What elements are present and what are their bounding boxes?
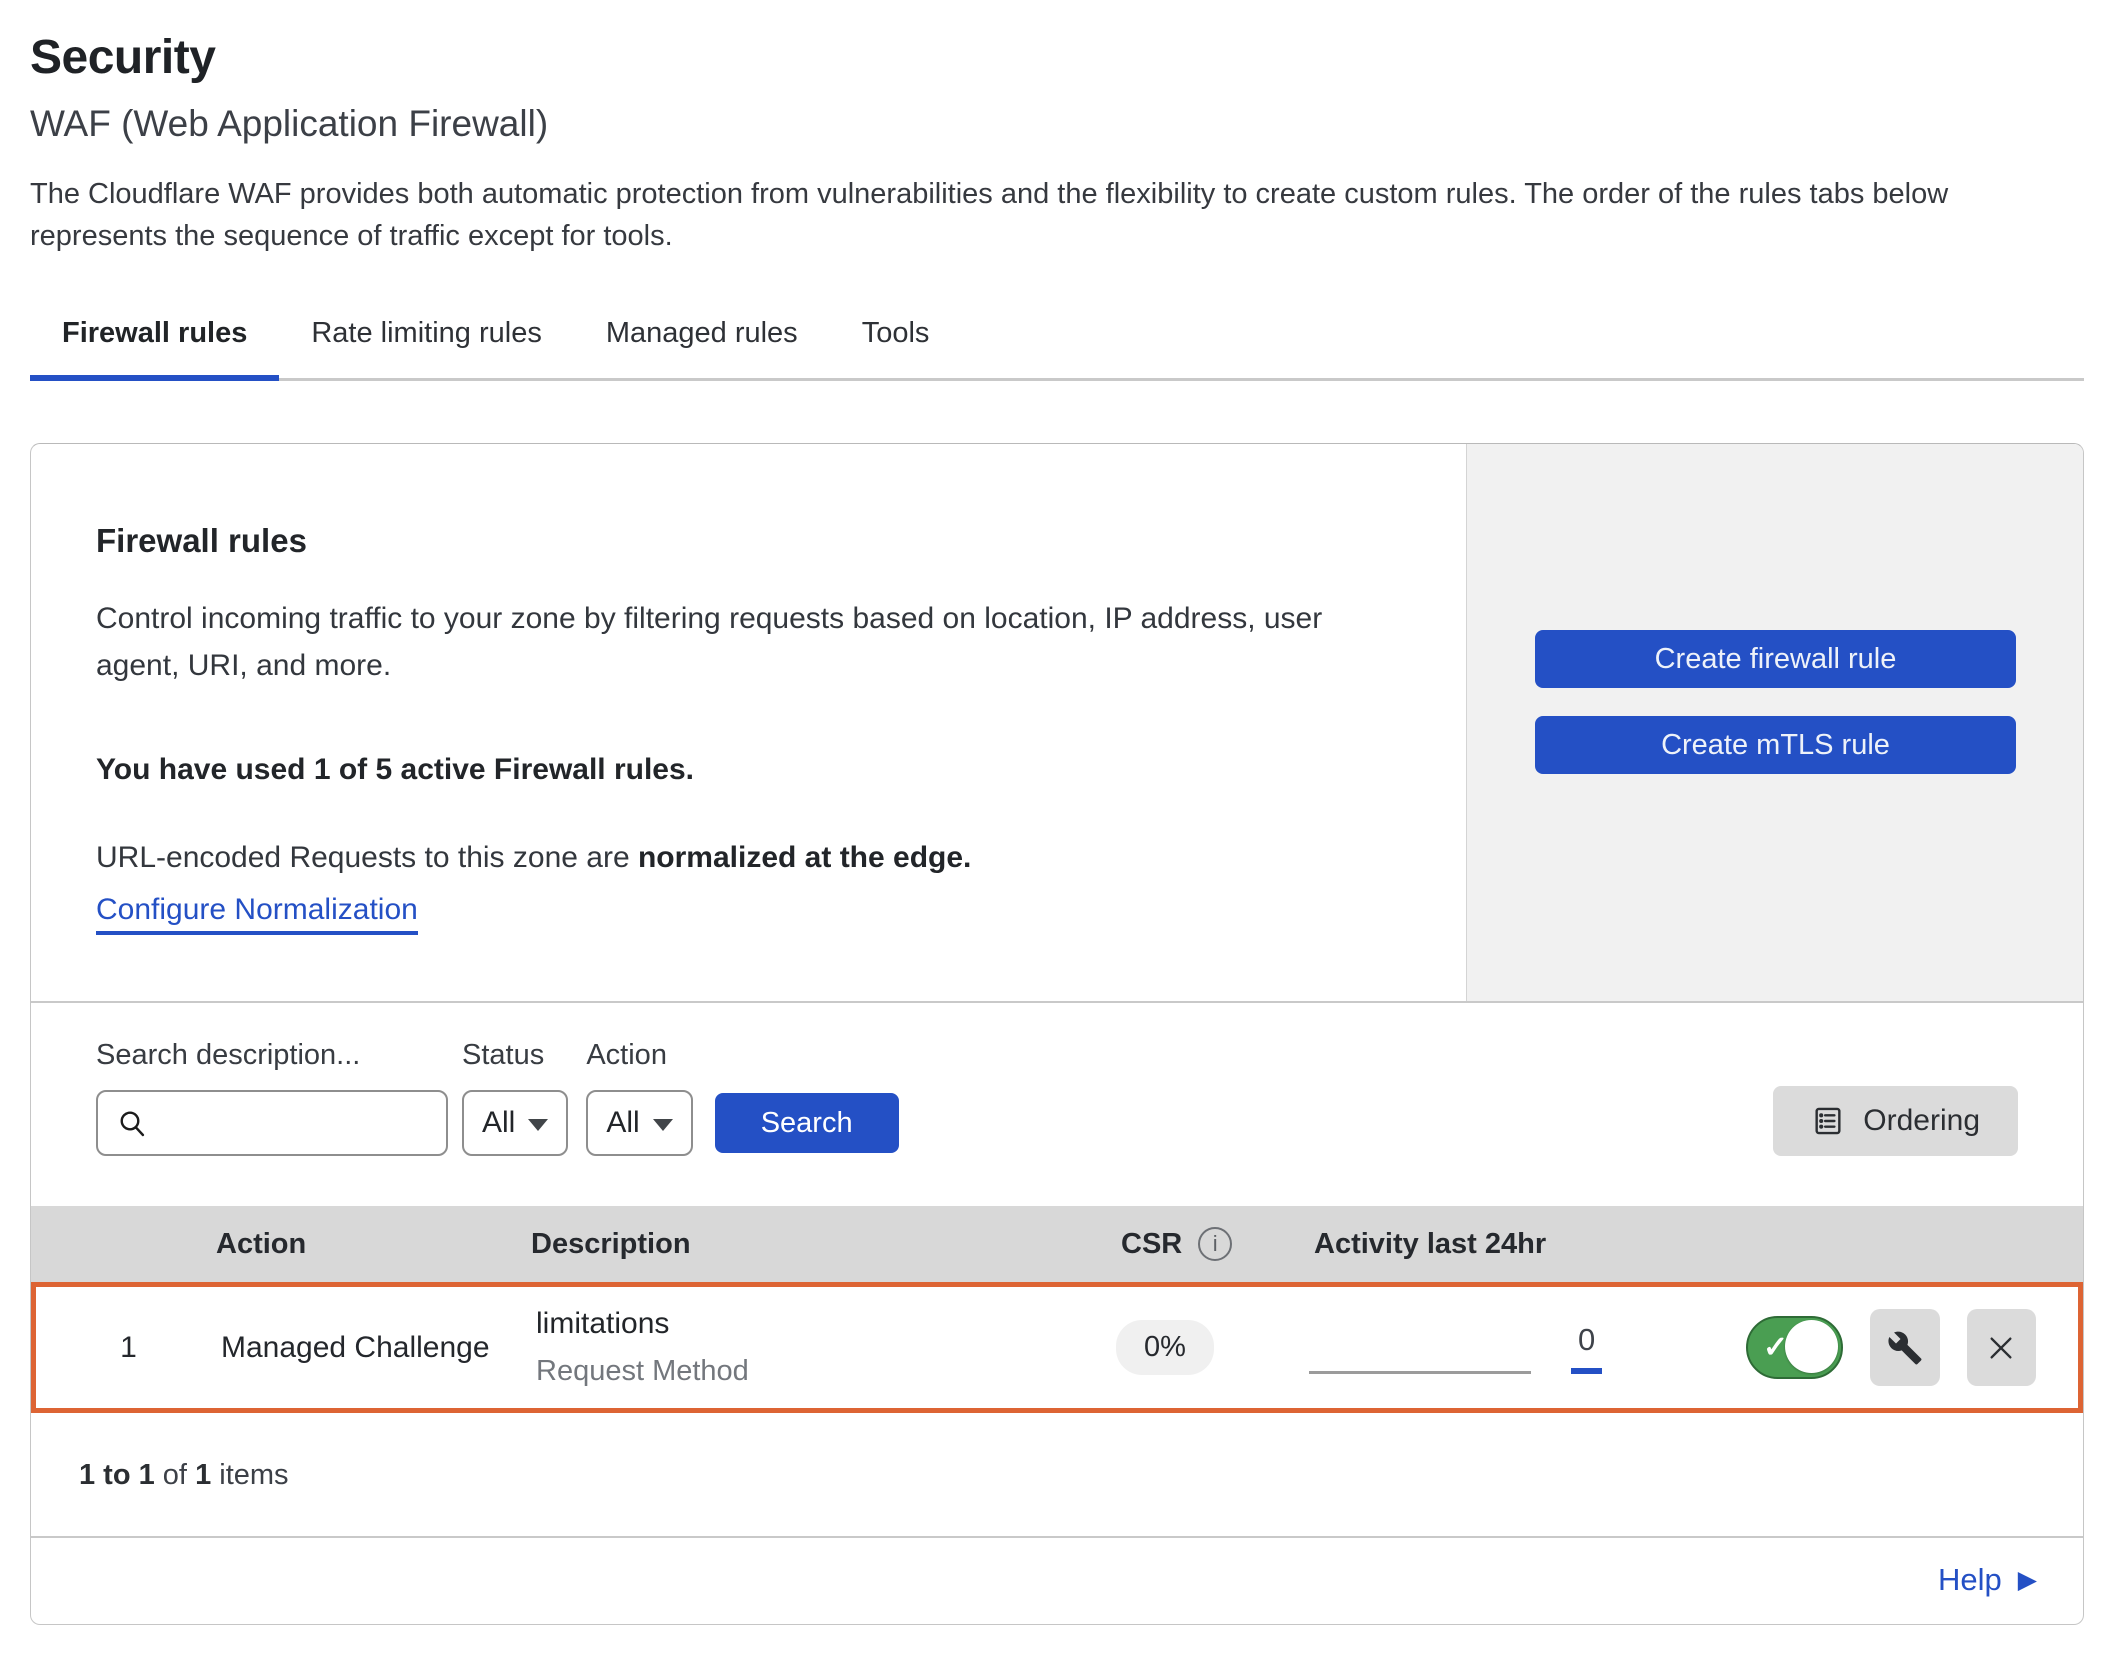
ordering-button[interactable]: Ordering <box>1773 1086 2018 1156</box>
rule-description-detail: Request Method <box>536 1355 1116 1388</box>
page-title: Security <box>30 30 2084 85</box>
rules-table-header: Action Description CSR i Activity last 2… <box>31 1206 2083 1282</box>
tab-rate-limiting-rules[interactable]: Rate limiting rules <box>279 301 573 378</box>
search-icon <box>116 1107 148 1139</box>
page-subtitle: WAF (Web Application Firewall) <box>30 103 2084 145</box>
status-filter-group: Status All <box>462 1039 568 1156</box>
tab-managed-rules[interactable]: Managed rules <box>574 301 830 378</box>
column-description: Description <box>531 1228 1121 1261</box>
firewall-rules-heading: Firewall rules <box>96 522 1406 560</box>
column-activity: Activity last 24hr <box>1286 1228 1751 1261</box>
toggle-knob <box>1785 1320 1838 1373</box>
create-rule-panel: Create firewall rule Create mTLS rule <box>1466 444 2083 1001</box>
action-filter-label: Action <box>586 1039 692 1072</box>
search-button[interactable]: Search <box>715 1093 899 1153</box>
help-row: Help ▶ <box>31 1536 2083 1624</box>
action-filter-value: All <box>606 1106 639 1140</box>
rule-priority: 1 <box>36 1331 221 1365</box>
status-filter-value: All <box>482 1106 515 1140</box>
wrench-icon <box>1887 1330 1923 1366</box>
rule-controls: ✓ <box>1746 1309 2078 1386</box>
column-csr-label: CSR <box>1121 1228 1182 1261</box>
ordering-button-label: Ordering <box>1863 1104 1980 1138</box>
delete-rule-button[interactable] <box>1967 1309 2037 1386</box>
items-of: of <box>155 1459 195 1491</box>
tab-tools[interactable]: Tools <box>830 301 962 378</box>
configure-normalization-link[interactable]: Configure Normalization <box>96 893 418 935</box>
column-csr: CSR i <box>1121 1227 1286 1261</box>
activity-count-link[interactable]: 0 <box>1571 1322 1602 1374</box>
items-total: 1 <box>195 1459 211 1491</box>
tab-label: Rate limiting rules <box>311 317 541 349</box>
help-link[interactable]: Help ▶ <box>1938 1562 2037 1598</box>
search-description-input[interactable] <box>160 1107 428 1139</box>
waf-tab-bar: Firewall rules Rate limiting rules Manag… <box>30 301 2084 381</box>
tab-label: Managed rules <box>606 317 798 349</box>
edit-rule-button[interactable] <box>1870 1309 1940 1386</box>
status-filter-select[interactable]: All <box>462 1090 568 1156</box>
rule-description-cell: limitations Request Method <box>536 1307 1116 1388</box>
normalization-text-normal: URL-encoded Requests to this zone are <box>96 841 638 874</box>
table-row: 1 Managed Challenge limitations Request … <box>31 1282 2083 1413</box>
items-word: items <box>211 1459 288 1491</box>
firewall-rules-overview-text: Firewall rules Control incoming traffic … <box>31 444 1466 1001</box>
activity-sparkline <box>1309 1338 1531 1374</box>
firewall-rules-description: Control incoming traffic to your zone by… <box>96 596 1406 689</box>
ordering-list-icon <box>1811 1104 1845 1138</box>
normalization-text-bold: normalized at the edge. <box>638 841 971 874</box>
tab-label: Tools <box>862 317 930 349</box>
normalization-text: URL-encoded Requests to this zone are no… <box>96 841 1406 875</box>
items-range: 1 to 1 <box>79 1459 155 1491</box>
firewall-rules-usage-text: You have used 1 of 5 active Firewall rul… <box>96 753 1406 787</box>
security-waf-page: Security WAF (Web Application Firewall) … <box>0 0 2114 1673</box>
page-description: The Cloudflare WAF provides both automat… <box>30 173 2080 257</box>
chevron-down-icon <box>653 1119 673 1131</box>
chevron-down-icon <box>528 1119 548 1131</box>
items-count: 1 to 1 of 1 items <box>31 1413 2083 1536</box>
help-arrow-icon: ▶ <box>2018 1568 2037 1593</box>
firewall-rules-card: Firewall rules Control incoming traffic … <box>30 443 2084 1625</box>
rules-filter-bar: Search description... Status All <box>31 1001 2083 1206</box>
rule-description: limitations <box>536 1307 1116 1341</box>
help-link-label: Help <box>1938 1562 2002 1598</box>
rule-csr-cell: 0% <box>1116 1320 1281 1375</box>
search-description-label: Search description... <box>96 1039 448 1072</box>
create-firewall-rule-button[interactable]: Create firewall rule <box>1535 630 2016 688</box>
rule-enabled-toggle[interactable]: ✓ <box>1746 1316 1843 1379</box>
create-mtls-rule-button[interactable]: Create mTLS rule <box>1535 716 2016 774</box>
firewall-rules-overview: Firewall rules Control incoming traffic … <box>31 444 2083 1001</box>
status-filter-label: Status <box>462 1039 568 1072</box>
tab-firewall-rules[interactable]: Firewall rules <box>30 301 279 378</box>
action-filter-select[interactable]: All <box>586 1090 692 1156</box>
rule-activity-cell: 0 <box>1281 1322 1746 1374</box>
search-box <box>96 1090 448 1156</box>
tab-label: Firewall rules <box>62 317 247 349</box>
activity-wrap: 0 <box>1309 1322 1746 1374</box>
rule-action: Managed Challenge <box>221 1331 536 1365</box>
column-action: Action <box>216 1228 531 1261</box>
info-icon[interactable]: i <box>1198 1227 1232 1261</box>
csr-badge: 0% <box>1116 1320 1214 1375</box>
action-filter-group: Action All <box>586 1039 692 1156</box>
search-description-group: Search description... <box>96 1039 448 1156</box>
close-icon <box>1985 1332 2017 1364</box>
